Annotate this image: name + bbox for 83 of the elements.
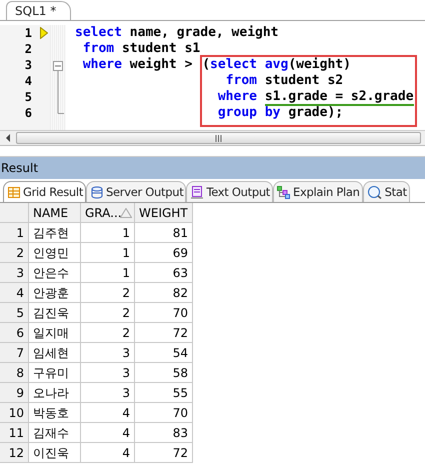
grip-icon (215, 134, 222, 142)
row-number: 2 (0, 243, 29, 263)
row-number: 10 (0, 403, 29, 423)
corner-cell (0, 203, 29, 223)
table-cell: 임세현 (29, 343, 81, 363)
table-cell: 82 (135, 283, 193, 303)
line-number: 6 (24, 106, 32, 120)
row-number: 4 (0, 283, 29, 303)
row-number: 12 (0, 443, 29, 463)
table-cell: 70 (135, 403, 193, 423)
table-cell: 55 (135, 383, 193, 403)
table-cell: 4 (81, 443, 135, 463)
table-cell: 2 (81, 283, 135, 303)
row-number: 5 (0, 303, 29, 323)
table-cell: 1 (81, 243, 135, 263)
table-cell: 김진욱 (29, 303, 81, 323)
row-number: 7 (0, 343, 29, 363)
code-line: from student s1 (82, 41, 202, 57)
grid-icon (7, 186, 21, 198)
line-number: 5 (24, 90, 32, 104)
code-line: group by grade); (216, 105, 344, 121)
table-cell: 3 (81, 383, 135, 403)
result-tab[interactable]: Text Output (186, 181, 274, 202)
row-number: 11 (0, 423, 29, 443)
code-line: select name, grade, weight (75, 25, 280, 41)
table-cell: 3 (81, 343, 135, 363)
line-number: 3 (24, 58, 32, 72)
code-line: where s1.grade = s2.grade (216, 89, 414, 105)
table-cell: 1 (81, 263, 135, 283)
table-cell: 2 (81, 303, 135, 323)
code-line: from student s2 (224, 73, 344, 89)
table-cell: 70 (135, 303, 193, 323)
table-cell: 김재수 (29, 423, 81, 443)
result-tab[interactable]: Explain Plan (273, 181, 363, 202)
row-number: 6 (0, 323, 29, 343)
table-cell: 4 (81, 403, 135, 423)
table-cell: 1 (81, 223, 135, 243)
code-line: (select avg(weight) (202, 57, 352, 73)
table-cell: 54 (135, 343, 193, 363)
line-number: 4 (24, 74, 32, 88)
horizontal-scrollbar[interactable] (0, 131, 425, 146)
scrollbar-thumb[interactable] (16, 132, 421, 144)
table-cell: 안광훈 (29, 283, 81, 303)
row-number: 3 (0, 263, 29, 283)
table-cell: 58 (135, 363, 193, 383)
scroll-left-icon[interactable] (5, 134, 11, 142)
editor-tab[interactable]: SQL1 * (6, 1, 72, 20)
row-number: 1 (0, 223, 29, 243)
panel-title: Result (1, 161, 38, 175)
magnifier-icon (366, 186, 383, 198)
table-cell: 72 (135, 443, 193, 463)
table-cell: 김주현 (29, 223, 81, 243)
row-number: 8 (0, 363, 29, 383)
column-header[interactable]: WEIGHT (135, 203, 193, 223)
table-cell: 2 (81, 323, 135, 343)
table-cell: 3 (81, 363, 135, 383)
sort-ascending-icon (120, 208, 132, 218)
tree-icon (277, 186, 292, 198)
column-header[interactable]: NAME (29, 203, 81, 223)
result-tab[interactable]: Stat (362, 181, 410, 202)
table-cell: 일지매 (29, 323, 81, 343)
database-icon (90, 186, 104, 198)
table-cell: 안은수 (29, 263, 81, 283)
table-cell: 83 (135, 423, 193, 443)
table-cell: 오나라 (29, 383, 81, 403)
current-line-arrow-icon (40, 27, 48, 39)
table-cell: 구유미 (29, 363, 81, 383)
row-number: 9 (0, 383, 29, 403)
result-tab[interactable]: Grid Result (3, 181, 86, 202)
table-cell: 81 (135, 223, 193, 243)
table-cell: 69 (135, 243, 193, 263)
table-cell: 4 (81, 423, 135, 443)
column-header[interactable]: GRA... (81, 203, 135, 223)
line-number: 2 (24, 42, 32, 56)
table-cell: 박동호 (29, 403, 81, 423)
table-cell: 이진욱 (29, 443, 81, 463)
table-cell: 72 (135, 323, 193, 343)
line-number: 1 (24, 26, 32, 40)
code-line: where weight > (82, 57, 192, 73)
table-cell: 인영민 (29, 243, 81, 263)
result-tab[interactable]: Server Output (86, 181, 186, 202)
table-cell: 63 (135, 263, 193, 283)
document-icon (190, 186, 204, 198)
